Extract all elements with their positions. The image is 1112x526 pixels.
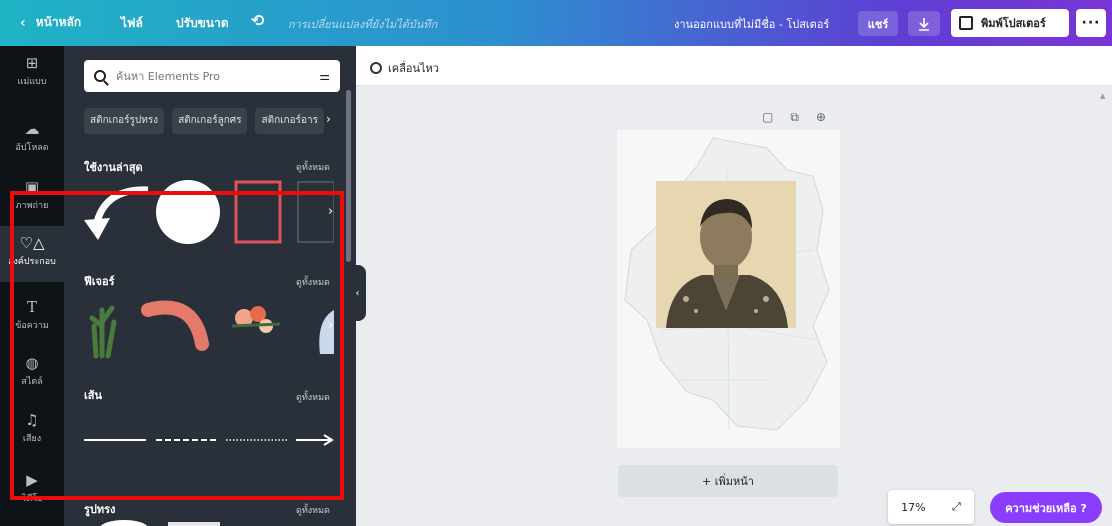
fullscreen-icon[interactable]: ⤢ (952, 500, 961, 514)
print-poster-button[interactable]: พิมพ์โปสเตอร์ (951, 9, 1069, 37)
section-title-shapes: รูปทรง (84, 503, 116, 516)
template-icon: ⊞ (25, 54, 39, 72)
download-button[interactable] (908, 11, 940, 36)
print-image-icon (959, 16, 973, 30)
rail-item-uploads[interactable]: ☁ อัปโหลด (0, 112, 64, 168)
add-page-icon[interactable]: ⊕ (816, 110, 826, 125)
chip-arrow-stickers[interactable]: สติกเกอร์ลูกศร (172, 108, 248, 134)
animate-icon (370, 62, 382, 74)
resize-button[interactable]: ปรับขนาด (176, 14, 229, 33)
section-title-recent: ใช้งานล่าสุด (84, 161, 143, 174)
filter-icon[interactable]: ⚌ (319, 69, 330, 83)
chip-more-stickers[interactable]: สติกเกอร์อาร (255, 108, 324, 134)
animate-button[interactable]: เคลื่อนไหว (370, 59, 439, 77)
more-options-button[interactable]: ··· (1076, 9, 1106, 37)
back-label: หน้าหลัก (35, 15, 82, 29)
add-page-button[interactable]: + เพิ่มหน้า (618, 465, 838, 497)
see-all-shapes-link[interactable]: ดูทั้งหมด (296, 503, 330, 517)
undo-icon[interactable]: ⟲ (251, 11, 264, 30)
duplicate-page-icon[interactable]: ⧉ (790, 110, 799, 125)
chevron-left-icon: ‹ (355, 287, 360, 299)
unsaved-changes-status: การเปลี่ยนแปลงที่ยังไม่ได้บันทึก (288, 18, 438, 31)
chevron-left-icon: ‹ (20, 14, 26, 31)
note-icon[interactable]: ▢ (762, 110, 773, 125)
rail-label: แม่แบบ (17, 77, 47, 87)
share-button[interactable]: แชร์ (858, 11, 898, 36)
document-title[interactable]: งานออกแบบที่ไม่มีชื่อ - โปสเตอร์ (674, 15, 829, 33)
help-button[interactable]: ความช่วยเหลือ ? (990, 492, 1102, 523)
upload-icon: ☁ (24, 120, 40, 138)
animate-label: เคลื่อนไหว (388, 62, 439, 75)
search-input[interactable] (116, 69, 320, 83)
print-label: พิมพ์โปสเตอร์ (981, 17, 1046, 30)
file-menu-button[interactable]: ไฟล์ (121, 14, 143, 33)
see-all-recent-link[interactable]: ดูทั้งหมด (296, 160, 330, 174)
download-icon (919, 17, 929, 31)
scroll-up-icon[interactable]: ▲ (1100, 92, 1105, 100)
page-tools: ▢ ⧉ ⊕ (762, 110, 826, 125)
highlight-box (10, 191, 344, 500)
zoom-control[interactable]: 17% ⤢ (888, 490, 974, 524)
top-bar: ‹ หน้าหลัก ไฟล์ ปรับขนาด ⟲ การเปลี่ยนแปล… (0, 0, 1112, 46)
search-bar[interactable]: ⚌ (84, 60, 340, 92)
circle-shape-graphic (100, 520, 148, 526)
collapse-panel-button[interactable]: ‹ (349, 265, 366, 321)
back-to-home-button[interactable]: ‹ หน้าหลัก (20, 13, 81, 32)
portrait-photo[interactable] (656, 181, 796, 328)
shape-thumbnails[interactable] (84, 518, 244, 526)
panel-scrollbar[interactable] (346, 90, 351, 262)
rail-item-templates[interactable]: ⊞ แม่แบบ (0, 46, 64, 102)
canvas-toolbar: เคลื่อนไหว (356, 46, 1112, 86)
zoom-value[interactable]: 17% (901, 501, 925, 514)
chevron-right-icon[interactable]: › (326, 112, 331, 126)
chip-row: สติกเกอร์รูปทรง สติกเกอร์ลูกศร สติกเกอร์… (84, 108, 340, 134)
search-icon (94, 70, 106, 82)
rail-label: อัปโหลด (15, 143, 49, 153)
chip-shape-stickers[interactable]: สติกเกอร์รูปทรง (84, 108, 165, 134)
square-shape-graphic (168, 522, 220, 526)
